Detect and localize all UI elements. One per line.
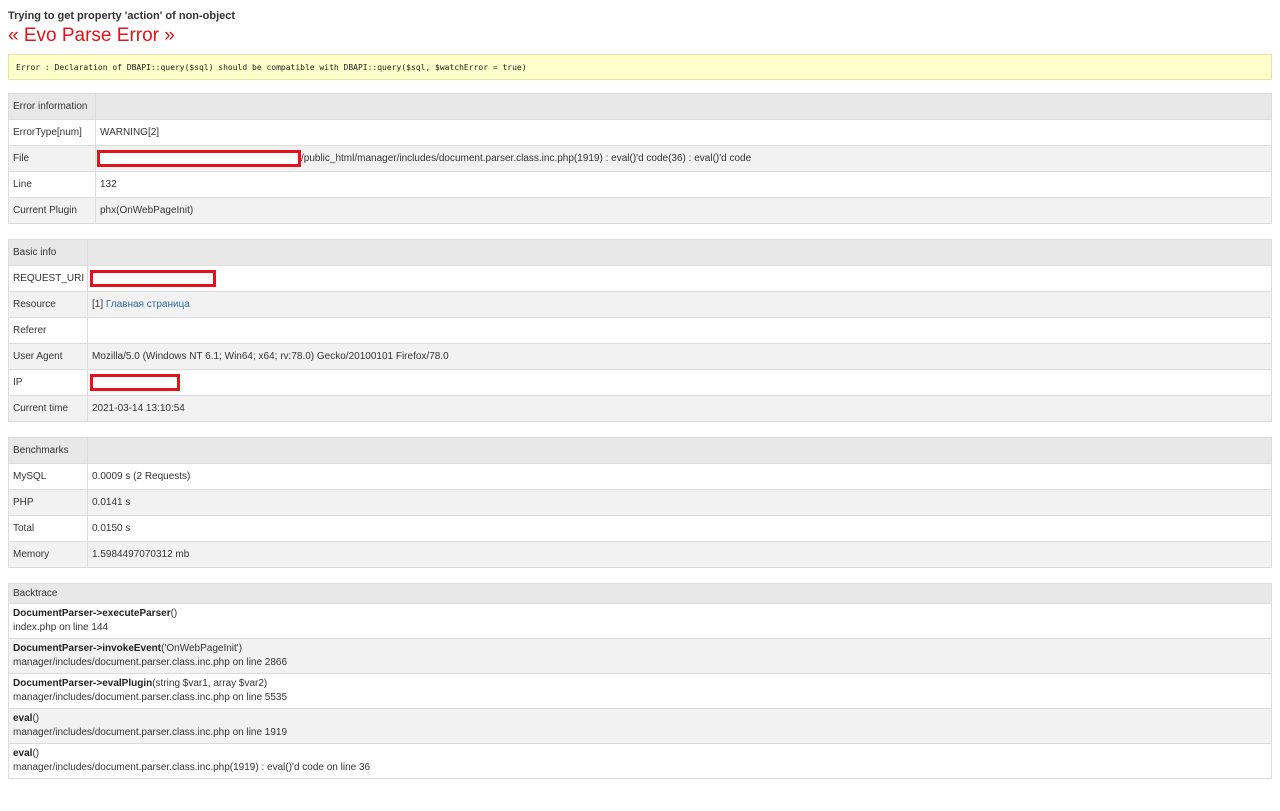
row-value: 0.0141 s <box>87 489 1272 516</box>
redaction-box <box>90 374 180 391</box>
error-message: Error : Declaration of DBAPI::query($sql… <box>16 63 527 72</box>
row-label: Current Plugin <box>8 197 96 224</box>
row-label: Total <box>8 515 88 542</box>
function-location: manager/includes/document.parser.class.i… <box>13 657 288 668</box>
resource-link[interactable]: Главная страница <box>106 299 190 310</box>
function-args: () <box>32 713 40 724</box>
row-value: WARNING[2] <box>95 119 1272 146</box>
section-title: Backtrace <box>8 583 1272 604</box>
table-row: ErrorType[num] WARNING[2] <box>8 119 1272 146</box>
row-label: PHP <box>8 489 88 516</box>
benchmarks-table: Benchmarks MySQL 0.0009 s (2 Requests) P… <box>8 437 1272 568</box>
function-name: DocumentParser->evalPlugin <box>13 678 153 689</box>
table-header: Error information <box>8 93 1272 120</box>
row-label: IP <box>8 369 88 396</box>
basic-info-table: Basic info REQUEST_URI Resource [1] Глав… <box>8 239 1272 422</box>
error-page: Trying to get property 'action' of non-o… <box>8 0 1272 779</box>
row-label: Current time <box>8 395 88 422</box>
error-information-table: Error information ErrorType[num] WARNING… <box>8 93 1272 224</box>
table-row: Current Plugin phx(OnWebPageInit) <box>8 197 1272 224</box>
table-row: IP <box>8 369 1272 396</box>
row-label: MySQL <box>8 463 88 490</box>
row-label: User Agent <box>8 343 88 370</box>
table-row: Resource [1] Главная страница <box>8 291 1272 318</box>
row-label: Resource <box>8 291 88 318</box>
function-location: manager/includes/document.parser.class.i… <box>13 692 288 703</box>
backtrace-item: DocumentParser->evalPlugin(string $var1,… <box>8 673 1272 709</box>
row-label: Memory <box>8 541 88 568</box>
section-title: Error information <box>8 93 96 120</box>
table-row: File /public_html/manager/includes/docum… <box>8 145 1272 172</box>
backtrace-item: DocumentParser->executeParser() index.ph… <box>8 603 1272 639</box>
row-value: 0.0150 s <box>87 515 1272 542</box>
table-row: MySQL 0.0009 s (2 Requests) <box>8 463 1272 490</box>
table-row: PHP 0.0141 s <box>8 489 1272 516</box>
row-value: 1.5984497070312 mb <box>87 541 1272 568</box>
table-header: Basic info <box>8 239 1272 266</box>
notice-title: Trying to get property 'action' of non-o… <box>8 10 236 22</box>
table-row: Referer <box>8 317 1272 344</box>
row-value <box>87 317 1272 344</box>
backtrace-item: eval() manager/includes/document.parser.… <box>8 708 1272 744</box>
table-header: Backtrace <box>8 583 1272 604</box>
redaction-box <box>90 270 216 287</box>
table-row: REQUEST_URI <box>8 265 1272 292</box>
row-label: ErrorType[num] <box>8 119 96 146</box>
row-value: Mozilla/5.0 (Windows NT 6.1; Win64; x64;… <box>87 343 1272 370</box>
file-path: /public_html/manager/includes/document.p… <box>301 153 752 165</box>
row-value: 0.0009 s (2 Requests) <box>87 463 1272 490</box>
row-label: File <box>8 145 96 172</box>
row-value: 132 <box>95 171 1272 198</box>
function-args: () <box>32 748 40 759</box>
row-label: Line <box>8 171 96 198</box>
function-name: DocumentParser->invokeEvent <box>13 643 162 654</box>
row-value: /public_html/manager/includes/document.p… <box>95 145 1272 172</box>
table-row: Total 0.0150 s <box>8 515 1272 542</box>
row-label: REQUEST_URI <box>8 265 88 292</box>
backtrace-item: DocumentParser->invokeEvent('OnWebPageIn… <box>8 638 1272 674</box>
section-title: Benchmarks <box>8 437 88 464</box>
row-value: [1] Главная страница <box>87 291 1272 318</box>
function-args: ('OnWebPageInit') <box>161 643 243 654</box>
function-args: () <box>170 608 178 619</box>
table-row: Line 132 <box>8 171 1272 198</box>
page-title: « Evo Parse Error » <box>8 25 175 46</box>
redaction-box <box>97 150 301 167</box>
row-label: Referer <box>8 317 88 344</box>
backtrace-table: Backtrace DocumentParser->executeParser(… <box>8 583 1272 779</box>
error-message-box: Error : Declaration of DBAPI::query($sql… <box>8 54 1272 80</box>
backtrace-item: eval() manager/includes/document.parser.… <box>8 743 1272 779</box>
table-row: Memory 1.5984497070312 mb <box>8 541 1272 568</box>
function-name: eval <box>13 713 33 724</box>
table-row: Current time 2021-03-14 13:10:54 <box>8 395 1272 422</box>
function-name: eval <box>13 748 33 759</box>
row-value: phx(OnWebPageInit) <box>95 197 1272 224</box>
table-row: User Agent Mozilla/5.0 (Windows NT 6.1; … <box>8 343 1272 370</box>
table-header: Benchmarks <box>8 437 1272 464</box>
function-location: manager/includes/document.parser.class.i… <box>13 727 288 738</box>
function-name: DocumentParser->executeParser <box>13 608 171 619</box>
row-value: 2021-03-14 13:10:54 <box>87 395 1272 422</box>
row-value <box>87 265 1272 292</box>
function-location: index.php on line 144 <box>13 622 109 633</box>
function-args: (string $var1, array $var2) <box>152 678 268 689</box>
section-title: Basic info <box>8 239 88 266</box>
row-value <box>87 369 1272 396</box>
function-location: manager/includes/document.parser.class.i… <box>13 762 371 773</box>
